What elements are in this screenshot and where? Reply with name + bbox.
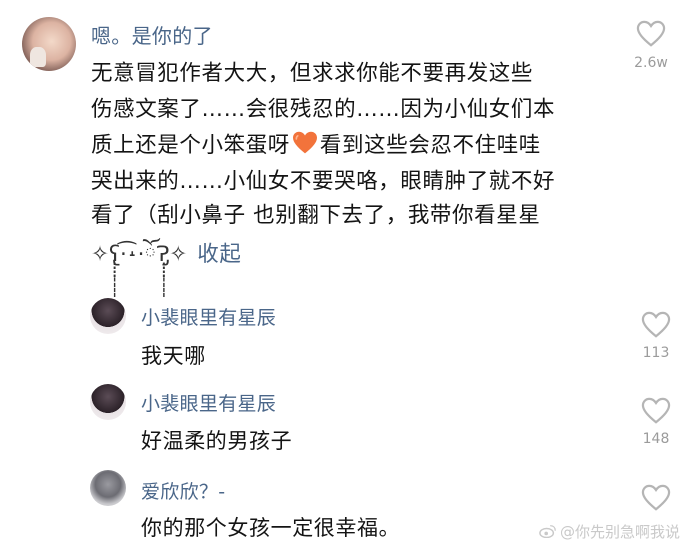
kaomoji-text: ✧ʕ̢̣̣̣̣̩̩̩̩·͡˔·ོɁ̡̣̣̣̣̩̩̩̩✧: [91, 242, 188, 267]
comment-text-line: 看了（刮小鼻子 也别翻下去了，我带你看星星: [91, 203, 541, 228]
comment-text-segment: 看到这些会忍不住哇哇: [319, 133, 541, 158]
avatar[interactable]: [90, 470, 126, 506]
weibo-logo-icon: [539, 524, 557, 538]
avatar[interactable]: [90, 298, 126, 334]
comment-text-line: 伤感文案了……会很残忍的……因为小仙女们本: [91, 97, 556, 122]
comment-text-segment: 质上还是个小笨蛋呀: [91, 133, 290, 158]
watermark-text: @你先别急啊我说: [559, 523, 680, 541]
reply-username[interactable]: 小裴眼里有星辰: [141, 303, 276, 330]
comment-text-line: 哭出来的……小仙女不要哭咯，眼睛肿了就不好: [91, 169, 556, 194]
reply-username[interactable]: 小裴眼里有星辰: [141, 389, 276, 416]
comment-text-line-last: ✧ʕ̢̣̣̣̣̩̩̩̩·͡˔·ོɁ̡̣̣̣̣̩̩̩̩✧ 收起: [91, 230, 241, 291]
reply-text: 好温柔的男孩子: [141, 429, 293, 453]
avatar[interactable]: [22, 17, 76, 71]
like-count: 113: [642, 345, 670, 361]
comment-username[interactable]: 嗯。是你的了: [91, 20, 213, 49]
orange-heart-icon: [292, 131, 318, 155]
comment-text-line: 无意冒犯作者大大，但求求你能不要再发这些: [91, 61, 534, 86]
reply-text: 你的那个女孩一定很幸福。: [141, 516, 401, 540]
reply-username[interactable]: 爱欣欣？-: [141, 477, 225, 504]
like-heart-icon[interactable]: [641, 311, 671, 339]
reply-text: 我天哪: [141, 344, 206, 368]
like-count: 2.6w: [634, 55, 668, 71]
comment-text-line-with-emoji: 质上还是个小笨蛋呀 看到这些会忍不住哇哇: [91, 128, 541, 159]
watermark: @你先别急啊我说: [539, 521, 680, 542]
like-heart-icon[interactable]: [641, 397, 671, 425]
like-heart-icon[interactable]: [641, 484, 671, 512]
collapse-button[interactable]: 收起: [197, 242, 241, 267]
avatar[interactable]: [90, 384, 126, 420]
like-count: 148: [642, 431, 670, 447]
like-heart-icon[interactable]: [636, 20, 666, 48]
